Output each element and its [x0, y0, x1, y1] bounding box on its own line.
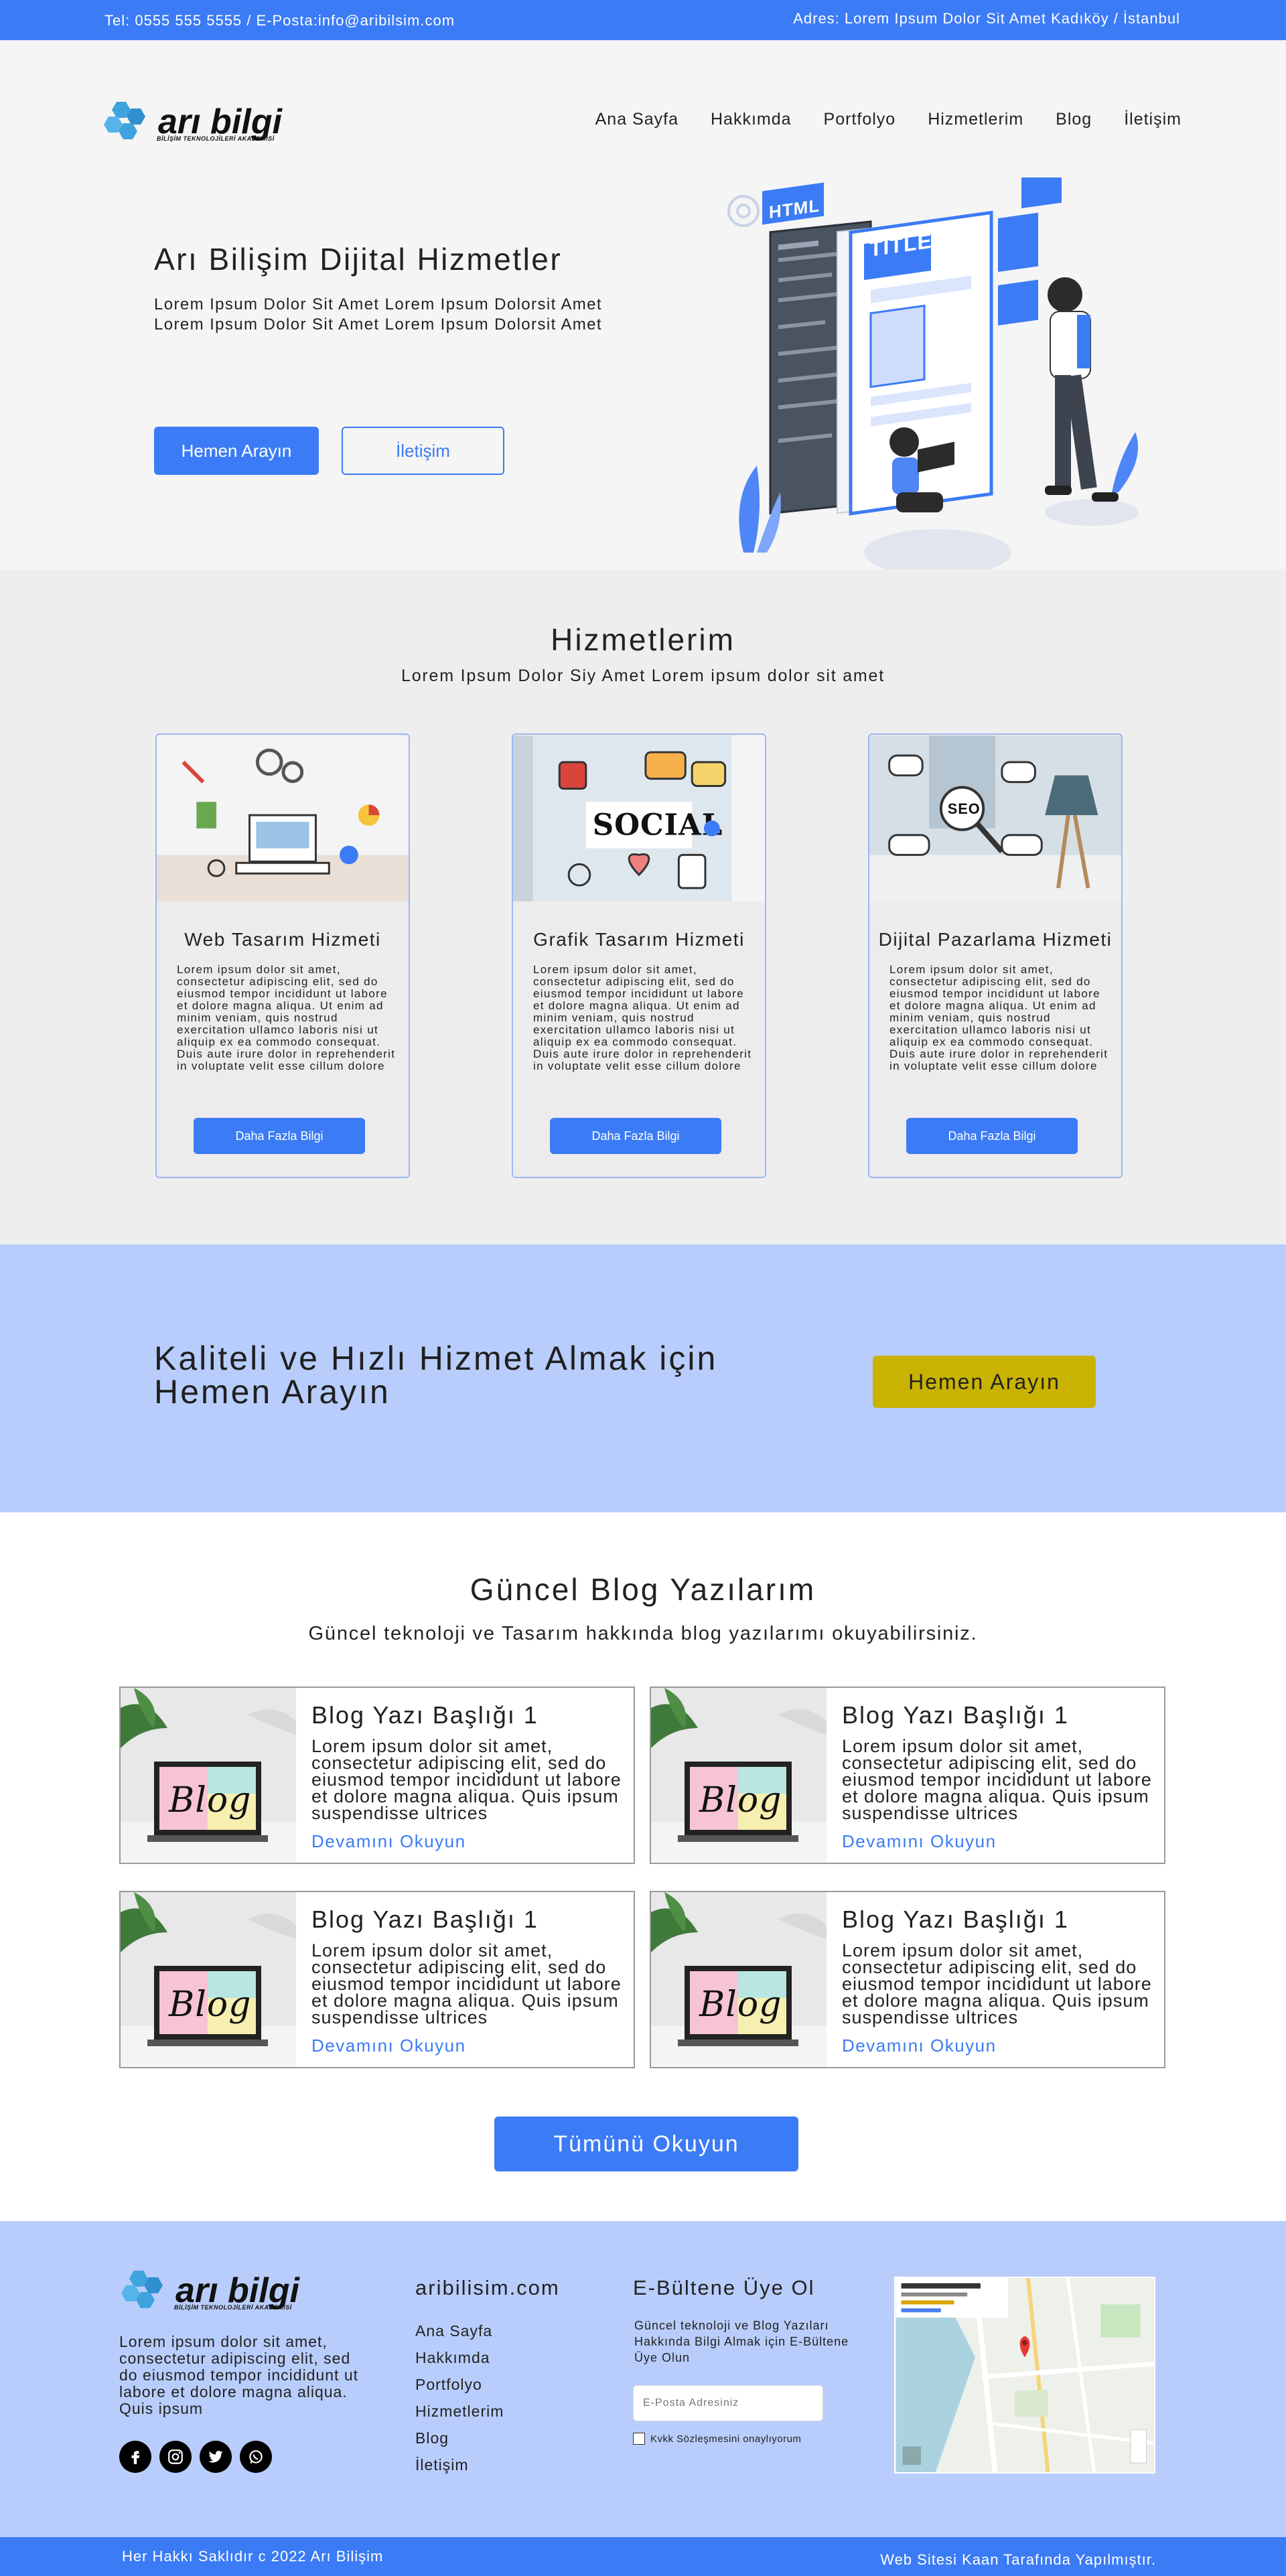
- blog-image-label: Blog: [699, 1780, 782, 1820]
- blog-title: Güncel Blog Yazılarım: [470, 1572, 816, 1607]
- call-now-button[interactable]: Hemen Arayın: [154, 427, 319, 475]
- topbar-contact: Tel: 0555 555 5555 / E-Posta:info@aribil…: [104, 12, 455, 29]
- blog-laptop-image: Blog: [121, 1892, 296, 2067]
- blog-post-excerpt: Lorem ipsum dolor sit amet, consectetur …: [311, 1736, 622, 1823]
- cta-text: Kaliteli ve Hızlı Hizmet Almak için Heme…: [154, 1340, 718, 1411]
- service-card-text: Lorem ipsum dolor sit amet, consectetur …: [533, 963, 752, 1072]
- kvkk-consent-checkbox[interactable]: Kvkk Sözleşmesini onaylıyorum: [633, 2433, 801, 2445]
- blog-laptop-image: Blog: [651, 1892, 827, 2067]
- footer-link-home[interactable]: Ana Sayfa: [415, 2317, 504, 2344]
- nav-blog[interactable]: Blog: [1056, 110, 1092, 129]
- blog-post-card: Blog Blog Yazı Başlığı 1 Lorem ipsum dol…: [119, 1891, 635, 2068]
- read-more-link[interactable]: Devamını Okuyun: [842, 1831, 997, 1852]
- footer-site-title: aribilisim.com: [415, 2276, 560, 2299]
- services-section: Hizmetlerim Lorem Ipsum Dolor Siy Amet L…: [0, 569, 1286, 1244]
- blog-post-title: Blog Yazı Başlığı 1: [311, 1906, 539, 1933]
- cta-call-button[interactable]: Hemen Arayın: [873, 1356, 1096, 1408]
- logo-tagline: BİLİŞİM TEKNOLOJİLERİ AKADEMİSİ: [157, 135, 275, 142]
- whatsapp-icon[interactable]: [240, 2441, 272, 2473]
- blog-post-card: Blog Blog Yazı Başlığı 1 Lorem ipsum dol…: [119, 1687, 635, 1864]
- footer: arı bilgi BİLİŞİM TEKNOLOJİLERİ AKADEMİS…: [0, 2221, 1286, 2537]
- blog-post-card: Blog Blog Yazı Başlığı 1 Lorem ipsum dol…: [650, 1687, 1165, 1864]
- twitter-icon[interactable]: [200, 2441, 232, 2473]
- credit-text: Web Sitesi Kaan Tarafında Yapılmıştır.: [880, 2551, 1156, 2568]
- instagram-icon[interactable]: [159, 2441, 192, 2473]
- blog-image-label: Blog: [699, 1985, 782, 2025]
- blog-post-title: Blog Yazı Başlığı 1: [842, 1906, 1069, 1933]
- location-map[interactable]: [894, 2277, 1155, 2474]
- web-design-illustration: HTML TITLE: [727, 177, 1139, 576]
- service-card-graphic: SOCIAL Grafik Tasarım Hizmeti Lorem ipsu…: [512, 733, 766, 1178]
- gear-icon: [727, 195, 760, 227]
- newsletter-title: E-Bültene Üye Ol: [633, 2276, 815, 2299]
- nav-services[interactable]: Hizmetlerim: [928, 110, 1023, 129]
- services-subtitle: Lorem Ipsum Dolor Siy Amet Lorem ipsum d…: [401, 666, 885, 685]
- consent-label: Kvkk Sözleşmesini onaylıyorum: [650, 2433, 802, 2445]
- service-card-marketing: SEO Dijital Pazarlama Hizmeti Lorem ipsu…: [868, 733, 1123, 1178]
- blog-subtitle: Güncel teknoloji ve Tasarım hakkında blo…: [308, 1623, 978, 1644]
- checkbox-box[interactable]: [633, 2433, 645, 2445]
- footer-logo[interactable]: arı bilgi BİLİŞİM TEKNOLOJİLERİ AKADEMİS…: [119, 2269, 340, 2316]
- facebook-icon[interactable]: [119, 2441, 151, 2473]
- read-more-link[interactable]: Devamını Okuyun: [311, 2035, 466, 2056]
- top-contact-bar: Tel: 0555 555 5555 / E-Posta:info@aribil…: [0, 0, 1286, 40]
- blog-post-title: Blog Yazı Başlığı 1: [842, 1701, 1069, 1729]
- nav-about[interactable]: Hakkımda: [711, 110, 792, 129]
- footer-link-services[interactable]: Hizmetlerim: [415, 2398, 504, 2425]
- more-info-button[interactable]: Daha Fazla Bilgi: [550, 1118, 721, 1154]
- newsletter-email-input[interactable]: [633, 2385, 823, 2421]
- blog-image-label: Blog: [168, 1985, 251, 2025]
- bottom-bar: Her Hakkı Saklıdır c 2022 Arı Bilişim We…: [0, 2537, 1286, 2576]
- blog-post-excerpt: Lorem ipsum dolor sit amet, consectetur …: [311, 1940, 622, 2027]
- footer-about-text: Lorem ipsum dolor sit amet, consectetur …: [119, 2333, 359, 2417]
- read-all-button[interactable]: Tümünü Okuyun: [494, 2117, 798, 2171]
- blog-laptop-image: Blog: [121, 1688, 296, 1863]
- service-card-title: Web Tasarım Hizmeti: [184, 929, 381, 950]
- honeycomb-logo-icon: [121, 2271, 163, 2308]
- hero-title: Arı Bilişim Dijital Hizmetler: [154, 242, 563, 277]
- contact-button[interactable]: İletişim: [342, 427, 504, 475]
- svg-text:SOCIAL: SOCIAL: [593, 808, 723, 843]
- copyright-text: Her Hakkı Saklıdır c 2022 Arı Bilişim: [122, 2548, 384, 2565]
- topbar-address: Adres: Lorem Ipsum Dolor Sit Amet Kadıkö…: [793, 10, 1180, 27]
- web-design-doodle-image: [157, 735, 409, 902]
- service-card-text: Lorem ipsum dolor sit amet, consectetur …: [889, 963, 1109, 1072]
- service-card-title: Grafik Tasarım Hizmeti: [533, 929, 745, 950]
- more-info-button[interactable]: Daha Fazla Bilgi: [194, 1118, 365, 1154]
- footer-link-contact[interactable]: İletişim: [415, 2451, 504, 2478]
- services-title: Hizmetlerim: [551, 622, 735, 657]
- blog-post-excerpt: Lorem ipsum dolor sit amet, consectetur …: [842, 1736, 1152, 1823]
- blog-post-excerpt: Lorem ipsum dolor sit amet, consectetur …: [842, 1940, 1152, 2027]
- hero-section: arı bilgi BİLİŞİM TEKNOLOJİLERİ AKADEMİS…: [0, 40, 1286, 576]
- main-nav: Ana Sayfa Hakkımda Portfolyo Hizmetlerim…: [595, 110, 1182, 129]
- footer-link-portfolio[interactable]: Portfolyo: [415, 2371, 504, 2398]
- hero-subtitle: Lorem Ipsum Dolor Sit Amet Lorem Ipsum D…: [154, 295, 603, 334]
- service-card-web: Web Tasarım Hizmeti Lorem ipsum dolor si…: [155, 733, 410, 1178]
- nav-contact[interactable]: İletişim: [1124, 110, 1182, 129]
- footer-link-about[interactable]: Hakkımda: [415, 2344, 504, 2371]
- blog-post-title: Blog Yazı Başlığı 1: [311, 1701, 539, 1729]
- honeycomb-logo-icon: [104, 102, 145, 139]
- blog-image-label: Blog: [168, 1780, 251, 1820]
- social-links: [119, 2441, 272, 2473]
- service-card-title: Dijital Pazarlama Hizmeti: [878, 929, 1113, 950]
- footer-link-blog[interactable]: Blog: [415, 2425, 504, 2451]
- seo-doodle-image: SEO: [869, 735, 1121, 902]
- nav-home[interactable]: Ana Sayfa: [595, 110, 678, 129]
- more-info-button[interactable]: Daha Fazla Bilgi: [906, 1118, 1078, 1154]
- read-more-link[interactable]: Devamını Okuyun: [311, 1831, 466, 1852]
- logo-tagline: BİLİŞİM TEKNOLOJİLERİ AKADEMİSİ: [174, 2304, 292, 2311]
- blog-laptop-image: Blog: [651, 1688, 827, 1863]
- newsletter-text: Güncel teknoloji ve Blog Yazıları Hakkın…: [634, 2319, 849, 2364]
- blog-post-card: Blog Blog Yazı Başlığı 1 Lorem ipsum dol…: [650, 1891, 1165, 2068]
- footer-links: Ana Sayfa Hakkımda Portfolyo Hizmetlerim…: [415, 2317, 504, 2478]
- site-logo[interactable]: arı bilgi BİLİŞİM TEKNOLOJİLERİ AKADEMİS…: [102, 100, 323, 147]
- social-media-doodle-image: SOCIAL: [513, 735, 765, 902]
- read-more-link[interactable]: Devamını Okuyun: [842, 2035, 997, 2056]
- nav-portfolio[interactable]: Portfolyo: [824, 110, 896, 129]
- call-to-action-section: Kaliteli ve Hızlı Hizmet Almak için Heme…: [0, 1244, 1286, 1512]
- blog-section: Güncel Blog Yazılarım Güncel teknoloji v…: [0, 1512, 1286, 2221]
- svg-text:SEO: SEO: [948, 800, 981, 817]
- service-card-text: Lorem ipsum dolor sit amet, consectetur …: [177, 963, 396, 1072]
